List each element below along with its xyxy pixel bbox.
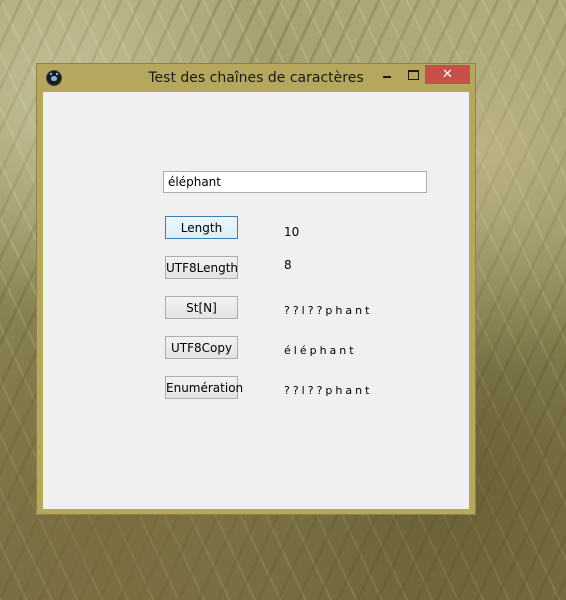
close-button[interactable]: ✕	[425, 65, 470, 84]
enumeration-result: ??l??phant	[284, 384, 373, 397]
stn-result: ??l??phant	[284, 304, 373, 317]
minimize-button[interactable]	[374, 65, 400, 85]
client-area: Length 10 UTF8Length 8 St[N] ??l??phant …	[43, 92, 469, 509]
maximize-button[interactable]	[400, 65, 426, 85]
length-result: 10	[284, 225, 300, 239]
text-input[interactable]	[163, 171, 427, 193]
utf8length-result: 8	[284, 258, 292, 272]
title-bar[interactable]: Test des chaînes de caractères ✕	[37, 64, 475, 92]
app-window: Test des chaînes de caractères ✕ Length …	[36, 63, 476, 515]
length-button[interactable]: Length	[165, 216, 238, 239]
enumeration-button[interactable]: Enumération	[165, 376, 243, 399]
utf8copy-button[interactable]: UTF8Copy	[165, 336, 238, 359]
utf8length-button[interactable]: UTF8Length	[165, 256, 238, 279]
utf8copy-result: éléphant	[284, 344, 357, 357]
stn-button[interactable]: St[N]	[165, 296, 238, 319]
